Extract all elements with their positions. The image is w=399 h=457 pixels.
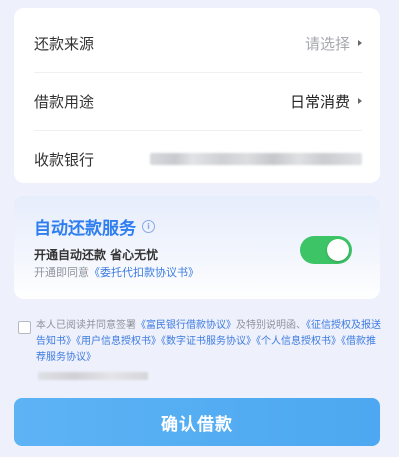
auto-repay-title-text: 自动还款服务 bbox=[34, 219, 136, 239]
user-info-authorization-link[interactable]: 《用户信息授权书》 bbox=[76, 336, 161, 347]
auto-repay-card: 自动还款服务 i 开通自动还款 省心无忧 开通即同意《委托代扣款协议书》 bbox=[14, 196, 380, 299]
auto-repay-note-prefix: 开通即同意 bbox=[34, 266, 89, 279]
agreement-text-2: 及特别说明函、 bbox=[236, 320, 306, 331]
agreement-text: 本人已阅读并同意签署《富民银行借款协议》及特别说明函、《征信授权及报送告知书》《… bbox=[36, 318, 382, 366]
redacted-text bbox=[38, 372, 148, 380]
chevron-right-icon bbox=[358, 40, 362, 46]
repay-source-value: 请选择 bbox=[304, 34, 350, 53]
receive-bank-value-redacted bbox=[150, 153, 362, 165]
auto-repay-note: 开通即同意《委托代扣款协议书》 bbox=[34, 264, 199, 280]
repay-source-row[interactable]: 还款来源 请选择 bbox=[34, 14, 362, 73]
auto-repay-title: 自动还款服务 i bbox=[34, 214, 155, 239]
digital-certificate-agreement-link[interactable]: 《数字证书服务协议》 bbox=[161, 336, 256, 347]
info-icon[interactable]: i bbox=[142, 220, 155, 233]
auto-repay-subtitle: 开通自动还款 省心无忧 bbox=[34, 248, 159, 262]
receive-bank-row: 收款银行 bbox=[34, 130, 362, 188]
agreement-text-1: 本人已阅读并同意签署 bbox=[36, 320, 136, 331]
receive-bank-label: 收款银行 bbox=[34, 150, 95, 169]
personal-info-authorization-link[interactable]: 《个人信息授权书》 bbox=[256, 336, 341, 347]
loan-form-card: 还款来源 请选择 借款用途 日常消费 收款银行 bbox=[14, 8, 380, 183]
chevron-right-icon bbox=[358, 98, 362, 104]
loan-purpose-select[interactable]: 日常消费 bbox=[290, 91, 362, 112]
withhold-agreement-link[interactable]: 《委托代扣款协议书》 bbox=[89, 266, 199, 279]
loan-purpose-row[interactable]: 借款用途 日常消费 bbox=[34, 72, 362, 131]
loan-purpose-value: 日常消费 bbox=[289, 92, 350, 111]
toggle-knob bbox=[327, 239, 349, 261]
repay-source-select[interactable]: 请选择 bbox=[305, 33, 362, 54]
auto-repay-toggle[interactable] bbox=[300, 236, 352, 264]
loan-purpose-label: 借款用途 bbox=[34, 92, 95, 111]
confirm-loan-button[interactable]: 确认借款 bbox=[14, 398, 380, 446]
repay-source-label: 还款来源 bbox=[34, 34, 95, 53]
loan-agreement-link[interactable]: 《富民银行借款协议》 bbox=[136, 320, 236, 331]
agreement-checkbox[interactable] bbox=[18, 321, 31, 334]
